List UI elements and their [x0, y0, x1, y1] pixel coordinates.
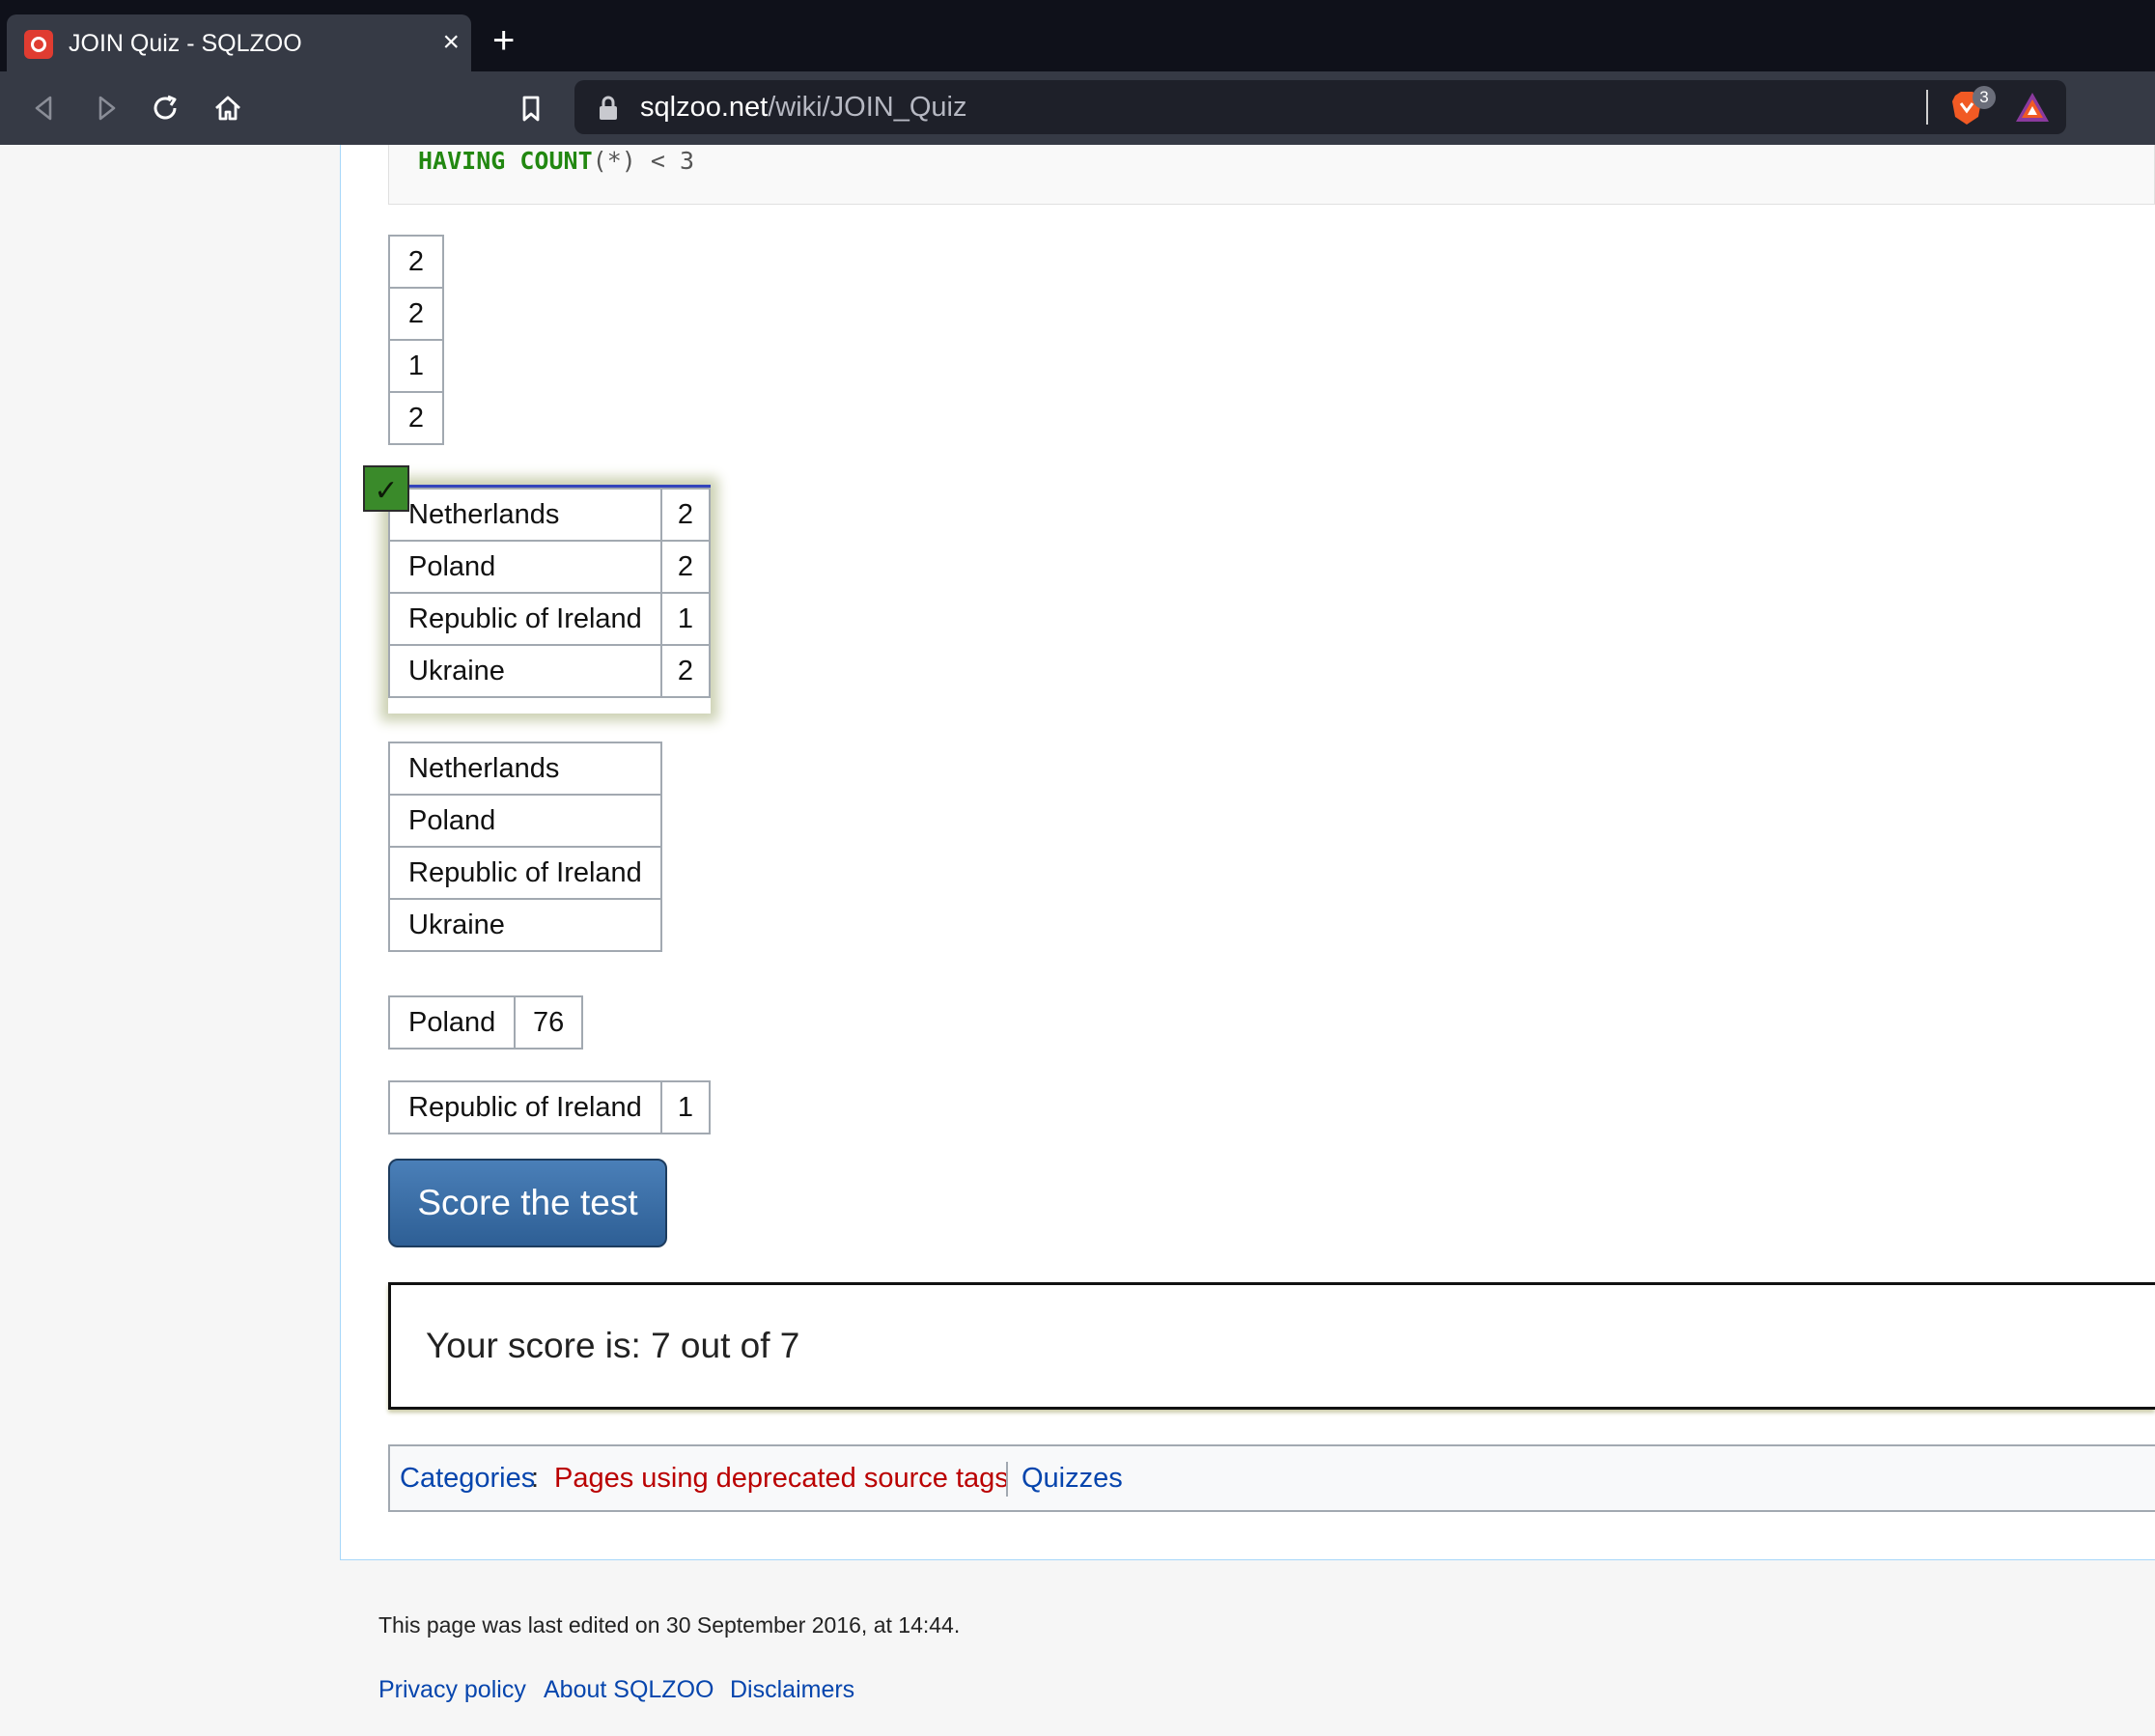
table-cell: Ukraine	[388, 898, 662, 952]
code-line: HAVING COUNT(*) < 3	[418, 147, 694, 175]
address-divider	[1926, 90, 1928, 125]
table-cell: 2	[388, 235, 444, 289]
table-cell: 2	[659, 540, 712, 594]
table-cell: Netherlands	[388, 742, 662, 796]
answer-option-4[interactable]: Poland 76	[387, 995, 583, 1050]
shields-count-badge: 3	[1973, 86, 1996, 109]
lock-icon	[600, 96, 617, 120]
table-cell: Poland	[388, 794, 662, 848]
privacy-policy-link[interactable]: Privacy policy	[378, 1676, 526, 1704]
code-keyword-count: COUNT	[519, 147, 593, 175]
answer-option-1[interactable]: 2 2 1 2	[388, 235, 444, 445]
last-edited-text: This page was last edited on 30 Septembe…	[378, 1612, 961, 1638]
table-cell: 2	[659, 644, 712, 698]
url-path: /wiki/JOIN_Quiz	[768, 92, 967, 123]
selection-line	[388, 485, 711, 488]
table-cell: Republic of Ireland	[388, 1080, 662, 1134]
url-domain: sqlzoo.net	[640, 92, 769, 123]
code-rest: (*) < 3	[592, 147, 694, 175]
address-bar[interactable]: sqlzoo.net/wiki/JOIN_Quiz 3	[574, 80, 2066, 134]
table-cell: 1	[388, 339, 444, 393]
back-icon[interactable]	[25, 89, 64, 127]
table-cell: 2	[659, 488, 712, 542]
forward-icon[interactable]	[87, 89, 126, 127]
correct-check-icon: ✓	[363, 465, 409, 512]
disclaimers-link[interactable]: Disclaimers	[730, 1676, 854, 1704]
table-cell: 1	[659, 1080, 712, 1134]
new-tab-icon[interactable]: +	[492, 21, 515, 60]
table-cell: Netherlands	[388, 488, 662, 542]
score-test-button[interactable]: Score the test	[388, 1159, 667, 1247]
table-cell: Poland	[387, 995, 517, 1050]
reload-icon[interactable]	[147, 89, 185, 127]
table-cell: Ukraine	[388, 644, 662, 698]
categories-colon: :	[531, 1463, 540, 1494]
categories-label-link[interactable]: Categories	[400, 1463, 535, 1495]
sqlzoo-favicon-icon	[24, 30, 53, 59]
tab-bar: JOIN Quiz - SQLZOO × +	[0, 0, 2155, 71]
code-keyword-having: HAVING	[418, 147, 506, 175]
table-cell: 76	[514, 995, 583, 1050]
tab-title: JOIN Quiz - SQLZOO	[69, 30, 302, 57]
close-tab-icon[interactable]: ×	[442, 28, 460, 57]
table-cell: 2	[388, 391, 444, 445]
table-cell: Republic of Ireland	[388, 592, 662, 646]
url-text: sqlzoo.net/wiki/JOIN_Quiz	[640, 92, 966, 124]
about-sqlzoo-link[interactable]: About SQLZOO	[544, 1676, 714, 1704]
answer-option-5[interactable]: Republic of Ireland 1	[388, 1080, 712, 1134]
tab-join-quiz[interactable]: JOIN Quiz - SQLZOO ×	[7, 14, 471, 71]
category-separator	[1006, 1462, 1008, 1497]
table-cell: Poland	[388, 540, 662, 594]
home-icon[interactable]	[209, 89, 247, 127]
table-cell: 1	[659, 592, 712, 646]
category-links: Categories : Pages using deprecated sour…	[388, 1444, 2155, 1512]
answer-option-2[interactable]: Netherlands 2 Poland 2 Republic of Ireland…	[388, 488, 712, 698]
score-result-text: Your score is: 7 out of 7	[426, 1326, 800, 1365]
table-cell: 2	[388, 287, 444, 341]
category-link-deprecated-source-tags[interactable]: Pages using deprecated source tags	[554, 1463, 1009, 1495]
sql-code-block: HAVING COUNT(*) < 3	[388, 145, 2155, 205]
category-link-quizzes[interactable]: Quizzes	[1022, 1463, 1123, 1495]
bookmark-icon[interactable]	[512, 89, 550, 127]
browser-toolbar: sqlzoo.net/wiki/JOIN_Quiz 3	[0, 71, 2155, 145]
answer-option-3[interactable]: Netherlands Poland Republic of Ireland U…	[388, 742, 662, 952]
table-cell: Republic of Ireland	[388, 846, 662, 900]
brave-rewards-icon[interactable]	[2013, 90, 2052, 125]
score-result-box: Your score is: 7 out of 7	[388, 1282, 2155, 1410]
